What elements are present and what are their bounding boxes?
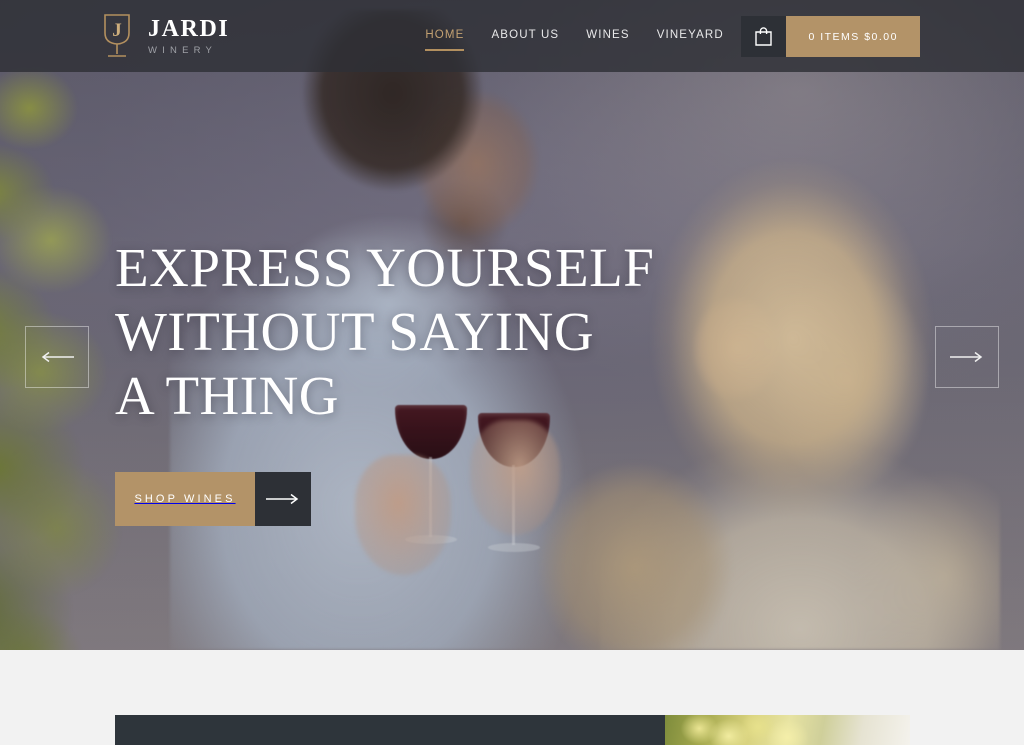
feature-text-panel [115,715,665,745]
shop-wines-button[interactable]: SHOP WINES [115,472,311,526]
site-logo[interactable]: J JARDI WINERY [100,13,229,59]
hero-title-line-1: EXPRESS YOURSELF [115,237,655,298]
feature-block[interactable] [115,715,910,745]
hero-title-line-2: WITHOUT SAYING [115,301,595,362]
arrow-left-icon [41,351,74,363]
shop-wines-label: SHOP WINES [115,472,255,526]
wine-glass-monogram-icon: J [104,14,130,57]
site-header: J JARDI WINERY HOME ABOUT US WINES VINEY… [0,0,1024,72]
slider-next-button[interactable] [935,326,999,388]
brand-tagline: WINERY [148,44,218,56]
hero-title: EXPRESS YOURSELF WITHOUT SAYING A THING [115,236,654,428]
nav-item-home[interactable]: HOME [425,29,465,51]
cart-total-button[interactable]: 0 ITEMS $0.00 [786,16,920,57]
hero-title-line-3: A THING [115,365,340,426]
feature-grapes-image [665,715,910,745]
brand-text: JARDI WINERY [148,17,229,56]
arrow-right-icon [950,351,983,363]
shopping-bag-icon [755,27,773,46]
cart-icon-button[interactable] [741,16,787,57]
below-hero-section [0,650,1024,745]
page-root: J JARDI WINERY HOME ABOUT US WINES VINEY… [0,0,1024,745]
slider-prev-button[interactable] [25,326,89,388]
nav-item-about-us[interactable]: ABOUT US [491,29,559,44]
shop-wines-arrow [255,472,311,526]
svg-text:J: J [112,20,122,41]
nav-item-vineyard[interactable]: VINEYARD [657,29,724,44]
arrow-right-icon [266,493,299,505]
brand-name: JARDI [148,15,230,42]
hero-content: EXPRESS YOURSELF WITHOUT SAYING A THING … [115,236,654,526]
nav-item-wines[interactable]: WINES [586,29,629,44]
cart-widget[interactable]: 0 ITEMS $0.00 [741,16,920,57]
